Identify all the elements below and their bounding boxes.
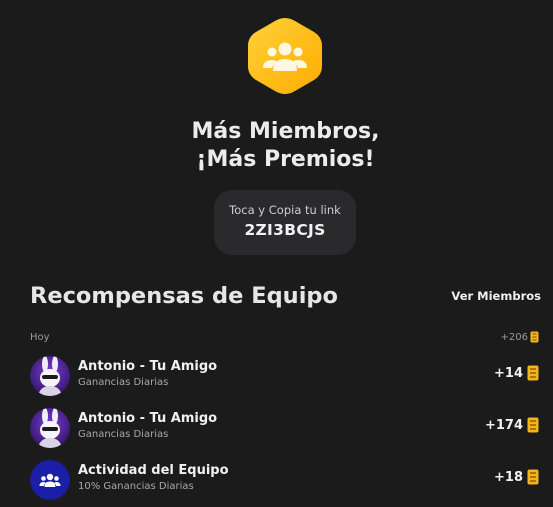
view-members-link[interactable]: Ver Miembros	[451, 289, 541, 303]
reward-name: Antonio - Tu Amigo	[78, 411, 218, 426]
reward-amount-value: +174	[484, 417, 523, 433]
reward-subtitle: 10% Ganancias Diarias	[78, 481, 194, 492]
copy-link-hint: Toca y Copia tu link	[229, 203, 341, 217]
ticket-icon	[527, 469, 539, 485]
invite-code: 2ZI3BCJS	[244, 221, 326, 239]
day-total: +206	[501, 331, 539, 343]
team-badge-icon	[246, 16, 324, 96]
reward-row: Actividad del Equipo 10% Ganancias Diari…	[28, 458, 553, 502]
reward-name: Actividad del Equipo	[78, 463, 229, 478]
reward-amount: +18	[494, 469, 539, 485]
ticket-icon	[530, 331, 539, 343]
hero-title-line1: Más Miembros,	[191, 119, 380, 144]
reward-row: Antonio - Tu Amigo Ganancias Diarias +17…	[28, 406, 553, 450]
reward-subtitle: Ganancias Diarias	[78, 377, 169, 388]
bunny-avatar	[30, 408, 70, 448]
reward-amount: +14	[494, 365, 539, 381]
reward-amount-value: +14	[494, 365, 523, 381]
copy-invite-link-button[interactable]: Toca y Copia tu link 2ZI3BCJS	[214, 190, 356, 255]
bunny-avatar	[30, 356, 70, 396]
reward-name: Antonio - Tu Amigo	[78, 359, 218, 374]
day-total-amount: +206	[500, 331, 528, 343]
team-icon	[30, 460, 70, 500]
ticket-icon	[527, 365, 539, 381]
reward-row: Antonio - Tu Amigo Ganancias Diarias +14	[28, 354, 553, 398]
reward-amount-value: +18	[494, 469, 523, 485]
ticket-icon	[527, 417, 539, 433]
day-label: Hoy	[30, 332, 50, 343]
reward-amount: +174	[485, 417, 539, 433]
section-title: Recompensas de Equipo	[30, 283, 338, 309]
reward-subtitle: Ganancias Diarias	[78, 429, 169, 440]
hero-title-line2: ¡Más Premios!	[196, 147, 375, 172]
